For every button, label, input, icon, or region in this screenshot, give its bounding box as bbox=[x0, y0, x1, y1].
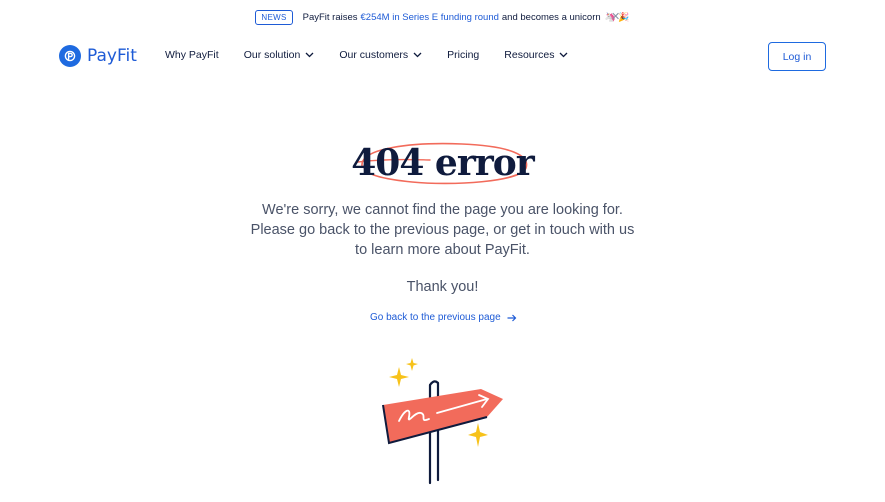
nav-why-payfit[interactable]: Why PayFit bbox=[165, 49, 219, 61]
nav-our-customers[interactable]: Our customers bbox=[339, 49, 422, 61]
brand-name: PayFit bbox=[87, 46, 137, 66]
sparkle-icon bbox=[389, 367, 409, 387]
thank-you-text: Thank you! bbox=[406, 279, 479, 295]
nav-item-label: Why PayFit bbox=[165, 49, 219, 61]
announcement-text-after: and becomes a unicorn bbox=[501, 11, 601, 23]
main-nav: Why PayFit Our solution Our customers Pr… bbox=[165, 49, 593, 61]
sparkle-icon bbox=[406, 358, 418, 371]
nav-item-label: Our solution bbox=[243, 49, 301, 61]
nav-resources[interactable]: Resources bbox=[504, 49, 568, 61]
nav-item-label: Our customers bbox=[339, 49, 409, 61]
go-back-link-label: Go back to the previous page bbox=[370, 312, 501, 323]
announcement-text-before: PayFit raises bbox=[302, 11, 358, 23]
heading-block: 404 error bbox=[0, 134, 885, 194]
announcement-link[interactable]: €254M in Series E funding round bbox=[361, 12, 499, 23]
nav-our-solution[interactable]: Our solution bbox=[244, 49, 315, 61]
payfit-logo-icon bbox=[59, 45, 81, 67]
nav-item-label: Pricing bbox=[447, 49, 480, 61]
chevron-down-icon bbox=[560, 52, 568, 58]
sparkle-icon bbox=[468, 423, 488, 447]
login-button[interactable]: Log in bbox=[768, 42, 826, 71]
nav-pricing[interactable]: Pricing bbox=[447, 49, 479, 61]
go-back-link[interactable]: Go back to the previous page bbox=[370, 312, 517, 323]
news-badge: NEWS bbox=[255, 9, 293, 25]
error-message-text: We're sorry, we cannot find the page you… bbox=[250, 202, 635, 258]
payfit-logo[interactable]: PayFit bbox=[59, 45, 137, 67]
signpost-illustration bbox=[382, 358, 503, 485]
chevron-down-icon bbox=[413, 52, 422, 58]
page-title: 404 error bbox=[351, 142, 535, 184]
close-icon[interactable]: ✕ bbox=[611, 10, 620, 23]
error-message: We're sorry, we cannot find the page you… bbox=[0, 200, 885, 260]
site-header: PayFit Why PayFit Our solution Our custo… bbox=[0, 34, 885, 80]
announcement-bar: NEWS PayFit raises €254M in Series E fun… bbox=[0, 0, 885, 34]
arrow-right-icon bbox=[507, 314, 516, 321]
chevron-down-icon bbox=[305, 52, 314, 58]
nav-item-label: Resources bbox=[504, 49, 555, 61]
